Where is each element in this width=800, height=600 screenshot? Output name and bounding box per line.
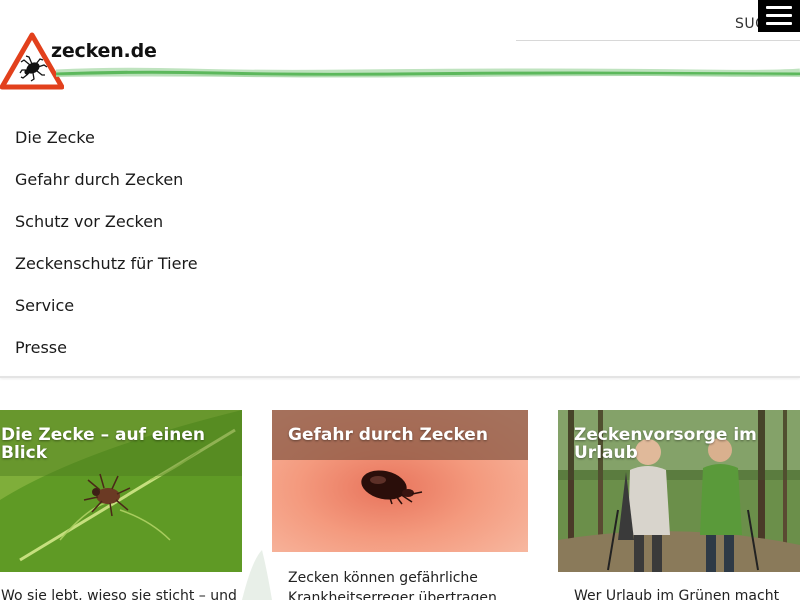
card-text: Zecken können gefährliche Krankheitserre… [288,570,497,600]
card-die-zecke[interactable]: Die Zecke – auf einen Blick Wo sie lebt,… [0,410,242,600]
nav-item-service[interactable]: Service [0,285,800,327]
nav-item-die-zecke[interactable]: Die Zecke [0,117,800,159]
card-gefahr-durch-zecken[interactable]: Gefahr durch Zecken Zecken können gefähr… [272,410,528,600]
main-navigation: Die Zecke Gefahr durch Zecken Schutz vor… [0,117,800,369]
hamburger-menu-button[interactable] [758,0,800,32]
card-zeckenvorsorge-im-urlaub[interactable]: Zeckenvorsorge im Urlaub Wer Urlaub im G… [558,410,800,600]
background-foliage [242,550,272,600]
nav-divider [0,376,800,378]
card-text: Wer Urlaub im Grünen macht [574,588,780,600]
card-title[interactable]: Die Zecke – auf einen Blick [1,426,231,462]
menu-line-icon [766,14,792,17]
card-text: Wo sie lebt, wieso sie sticht – und [1,588,237,600]
nav-item-schutz-vor-zecken[interactable]: Schutz vor Zecken [0,201,800,243]
logo-text[interactable]: zecken.de [51,40,157,62]
nav-item-zeckenschutz-fuer-tiere[interactable]: Zeckenschutz für Tiere [0,243,800,285]
menu-line-icon [766,6,792,9]
card-title[interactable]: Gefahr durch Zecken [288,426,518,444]
nav-item-presse[interactable]: Presse [0,327,800,369]
card-title[interactable]: Zeckenvorsorge im Urlaub [574,426,794,462]
site-header: zecken.de SUC [0,0,800,95]
green-grass-line [56,67,800,78]
menu-line-icon [766,22,792,25]
nav-item-gefahr-durch-zecken[interactable]: Gefahr durch Zecken [0,159,800,201]
